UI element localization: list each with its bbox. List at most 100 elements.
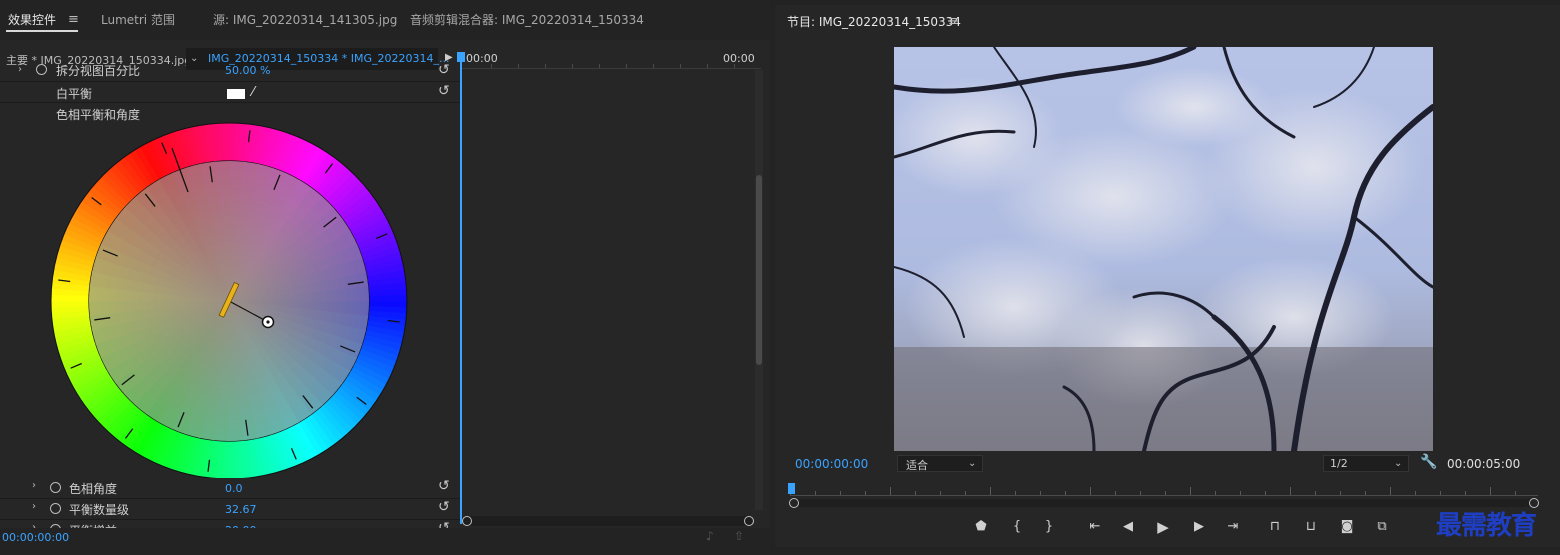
step-back-icon[interactable]: ◀ bbox=[1117, 519, 1139, 534]
ruler-tick bbox=[545, 64, 546, 68]
split-view-value[interactable]: 50.00 % bbox=[225, 64, 270, 77]
extract-icon[interactable]: ⊔ bbox=[1300, 519, 1322, 534]
tab-lumetri-scopes[interactable]: Lumetri 范围 bbox=[101, 11, 175, 28]
ruler-tick bbox=[599, 64, 600, 68]
program-time-ruler[interactable] bbox=[790, 483, 1538, 497]
effect-controls-panel: 效果控件 ≡ Lumetri 范围 源: IMG_20220314_141305… bbox=[0, 0, 770, 555]
ruler-tick bbox=[1440, 491, 1441, 495]
ruler-tick bbox=[1240, 491, 1241, 495]
ruler-tick bbox=[1065, 491, 1066, 495]
playback-resolution-dropdown[interactable]: 1/2 ⌄ bbox=[1323, 455, 1409, 472]
row-divider bbox=[0, 102, 460, 103]
effect-timeline-ruler[interactable]: 00:00 00:00 bbox=[461, 48, 761, 70]
ruler-tick bbox=[707, 64, 708, 68]
lift-icon[interactable]: ⊓ bbox=[1264, 519, 1286, 534]
effect-controls-body: 主要 * IMG_20220314_150334.jpg ⌄ IMG_20220… bbox=[0, 40, 770, 545]
ruler-baseline bbox=[461, 68, 761, 69]
program-monitor-title[interactable]: 节目: IMG_20220314_150334 bbox=[787, 13, 961, 30]
ruler-tick bbox=[626, 64, 627, 68]
mark-out-icon[interactable]: } bbox=[1038, 519, 1060, 534]
go-to-in-icon[interactable]: ⇤ bbox=[1084, 519, 1106, 534]
settings-wrench-icon[interactable]: 🔧 bbox=[1420, 454, 1437, 470]
split-view-label: 拆分视图百分比 bbox=[56, 64, 141, 78]
zoom-level-dropdown[interactable]: 适合 ⌄ bbox=[897, 455, 983, 472]
ruler-tick bbox=[1090, 487, 1091, 495]
ruler-tick bbox=[1515, 491, 1516, 495]
ruler-tick bbox=[680, 64, 681, 68]
hue-angle-value[interactable]: 0.0 bbox=[225, 482, 243, 495]
row-divider bbox=[0, 81, 460, 82]
expand-chevron-icon[interactable]: › bbox=[32, 480, 36, 491]
ruler-tick bbox=[1490, 487, 1491, 495]
program-video-frame[interactable] bbox=[894, 47, 1433, 451]
hue-angle-label: 色相角度 bbox=[69, 482, 118, 496]
expand-chevron-icon[interactable]: › bbox=[32, 501, 36, 512]
ruler-tick bbox=[1340, 491, 1341, 495]
balance-magnitude-value[interactable]: 32.67 bbox=[225, 503, 257, 516]
eyedropper-icon[interactable]: ⁄ bbox=[252, 85, 254, 100]
ruler-tick bbox=[965, 491, 966, 495]
tab-source[interactable]: 源: IMG_20220314_141305.jpg bbox=[213, 11, 397, 28]
stopwatch-icon[interactable] bbox=[50, 482, 61, 493]
ruler-tick bbox=[1290, 487, 1291, 495]
ruler-tick bbox=[1165, 491, 1166, 495]
reset-icon[interactable]: ↺ bbox=[438, 499, 450, 515]
ruler-tick bbox=[940, 491, 941, 495]
vertical-scrollbar[interactable] bbox=[755, 70, 763, 510]
program-duration: 00:00:05:00 bbox=[1447, 457, 1521, 471]
ruler-baseline bbox=[790, 495, 1538, 496]
reset-icon[interactable]: ↺ bbox=[438, 83, 450, 99]
scrollbar-thumb[interactable] bbox=[756, 175, 762, 365]
add-marker-icon[interactable]: ⬟ bbox=[970, 519, 992, 534]
row-divider bbox=[0, 519, 460, 520]
timeline-end-time: 00:00 bbox=[723, 52, 755, 65]
ruler-tick bbox=[491, 64, 492, 68]
ruler-tick bbox=[1365, 491, 1366, 495]
ruler-tick bbox=[890, 487, 891, 495]
chevron-down-icon: ⌄ bbox=[1394, 458, 1403, 469]
ruler-tick bbox=[518, 64, 519, 68]
mark-in-icon[interactable]: { bbox=[1006, 519, 1028, 534]
horizontal-zoom-scrollbar[interactable] bbox=[462, 516, 754, 526]
keyframe-area[interactable] bbox=[462, 70, 754, 520]
white-balance-swatch[interactable] bbox=[227, 89, 245, 99]
compare-view-icon[interactable]: ⧉ bbox=[1371, 519, 1393, 534]
playhead-handle[interactable] bbox=[457, 52, 465, 62]
ruler-tick bbox=[653, 64, 654, 68]
tab-audio-clip-mixer[interactable]: 音频剪辑混合器: IMG_20220314_150334 bbox=[410, 11, 644, 28]
timeline-start-time: 00:00 bbox=[466, 52, 498, 65]
export-icon[interactable]: ⇧ bbox=[734, 529, 744, 543]
stopwatch-icon[interactable] bbox=[36, 64, 47, 75]
audio-only-icon[interactable]: ♪ bbox=[706, 529, 714, 543]
stopwatch-icon[interactable] bbox=[50, 503, 61, 514]
reset-icon[interactable]: ↺ bbox=[438, 478, 450, 494]
program-monitor-panel: 节目: IMG_20220314_150334 ≡ 00:00:00:00 适合… bbox=[775, 0, 1560, 555]
panel-menu-icon[interactable]: ≡ bbox=[948, 14, 959, 29]
program-zoom-bar[interactable] bbox=[789, 498, 1539, 508]
ruler-tick bbox=[734, 64, 735, 68]
zoom-handle-left[interactable] bbox=[789, 498, 799, 508]
step-forward-icon[interactable]: ▶ bbox=[1188, 519, 1210, 534]
current-timecode[interactable]: 00:00:00:00 bbox=[2, 531, 69, 544]
export-frame-camera-icon[interactable]: ◙ bbox=[1336, 519, 1358, 534]
panel-menu-icon[interactable]: ≡ bbox=[68, 12, 79, 27]
program-current-time[interactable]: 00:00:00:00 bbox=[795, 457, 868, 471]
effect-controls-footer: 00:00:00:00 ♪ ⇧ bbox=[0, 528, 770, 545]
watermark-logo: 最需教育 bbox=[1436, 511, 1537, 541]
program-playhead[interactable] bbox=[788, 483, 795, 494]
hue-balance-color-wheel[interactable] bbox=[50, 122, 408, 480]
ruler-tick bbox=[915, 491, 916, 495]
reset-icon[interactable]: ↺ bbox=[438, 62, 450, 78]
property-list: › 拆分视图百分比 50.00 % ↺ 白平衡 ⁄ ↺ 色相平衡和角度 bbox=[0, 62, 460, 530]
ruler-tick bbox=[1215, 491, 1216, 495]
zoom-handle-right[interactable] bbox=[744, 516, 754, 526]
ruler-tick bbox=[1190, 487, 1191, 495]
ruler-tick bbox=[1015, 491, 1016, 495]
expand-chevron-icon[interactable]: › bbox=[18, 64, 22, 75]
balance-magnitude-label: 平衡数量级 bbox=[69, 503, 130, 517]
ruler-tick bbox=[1390, 487, 1391, 495]
zoom-handle-left[interactable] bbox=[462, 516, 472, 526]
tab-effect-controls[interactable]: 效果控件 bbox=[8, 11, 56, 28]
go-to-out-icon[interactable]: ⇥ bbox=[1222, 519, 1244, 534]
play-icon[interactable]: ▶ bbox=[1152, 518, 1174, 536]
